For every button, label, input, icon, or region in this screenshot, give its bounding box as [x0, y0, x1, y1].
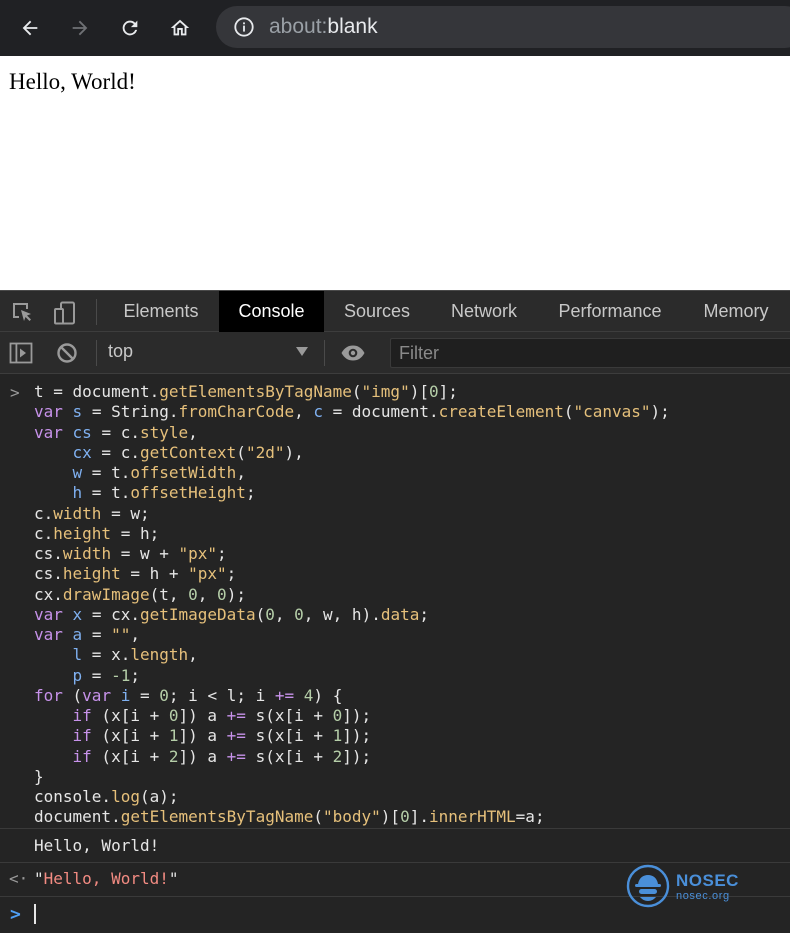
filter-input[interactable] — [390, 338, 790, 368]
tab-network[interactable]: Network — [436, 291, 532, 332]
code-line: cx = c.getContext("2d"), — [72, 442, 304, 462]
address-url[interactable]: about:blank — [269, 15, 378, 39]
text-cursor — [34, 904, 36, 924]
code-line: var s = String.fromCharCode, c = documen… — [34, 402, 670, 422]
back-button[interactable] — [14, 12, 46, 44]
code-line: if (x[i + 1]) a += s(x[i + 1]); — [72, 726, 372, 746]
code-line: t = document.getElementsByTagName("img")… — [34, 382, 458, 401]
device-toolbar-button[interactable] — [52, 300, 78, 326]
page-body-text: Hello, World! — [9, 69, 136, 94]
console-output[interactable]: > t = document.getElementsByTagName("img… — [0, 374, 790, 933]
code-line: c.height = h; — [34, 523, 160, 543]
context-label: top — [108, 341, 134, 361]
url-path: blank — [327, 15, 378, 38]
dropdown-arrow-icon — [296, 347, 308, 356]
code-line: cs.height = h + "px"; — [34, 564, 237, 584]
info-icon[interactable] — [233, 16, 255, 38]
code-line: c.width = w; — [34, 503, 150, 523]
console-input-entry: > t = document.getElementsByTagName("img… — [0, 374, 790, 829]
forward-button[interactable] — [64, 12, 96, 44]
live-expression-button[interactable] — [340, 340, 366, 366]
return-value-string: Hello, World! — [43, 869, 169, 888]
devtools-panel: Elements Console Sources Network Perform… — [0, 290, 790, 933]
code-line: } — [34, 766, 44, 786]
clear-console-button[interactable] — [54, 340, 80, 366]
code-line: console.log(a); — [34, 787, 179, 806]
devtools-tab-bar: Elements Console Sources Network Perform… — [0, 290, 790, 332]
code-line: h = t.offsetHeight; — [72, 483, 256, 503]
tab-console[interactable]: Console — [219, 291, 324, 332]
clear-console-icon — [57, 343, 77, 363]
code-line: for (var i = 0; i < l; i += 4) { — [34, 685, 343, 705]
address-bar[interactable]: about:blank — [216, 6, 790, 48]
inspect-element-button[interactable] — [10, 300, 36, 326]
console-toolbar: top — [0, 332, 790, 374]
code-line: document.getElementsByTagName("body")[0]… — [34, 807, 545, 827]
execution-context-select[interactable]: top — [108, 332, 318, 373]
code-line: var a = "", — [34, 625, 140, 644]
eye-icon — [341, 345, 365, 361]
home-icon — [170, 19, 190, 36]
tab-performance[interactable]: Performance — [546, 291, 674, 332]
inspect-element-icon — [13, 303, 31, 321]
code-line: p = -1; — [72, 665, 140, 685]
watermark-brand: NOSEC — [676, 871, 739, 890]
toolbar-divider — [324, 340, 325, 366]
tab-memory[interactable]: Memory — [690, 291, 782, 332]
input-caret-icon: > — [10, 383, 20, 402]
nosec-watermark: NOSEC nosec.org — [626, 864, 756, 910]
code-line: if (x[i + 2]) a += s(x[i + 2]); — [72, 746, 372, 766]
reload-button[interactable] — [114, 12, 146, 44]
tab-sources[interactable]: Sources — [328, 291, 426, 332]
back-arrow-icon — [22, 20, 38, 36]
code-line: cx.drawImage(t, 0, 0); — [34, 584, 246, 604]
return-value[interactable]: "Hello, World!" — [34, 869, 179, 888]
page-viewport: Hello, World! — [0, 56, 790, 290]
sidebar-toggle-icon — [9, 342, 33, 364]
reload-icon — [122, 20, 138, 36]
prompt-chevron-icon: > — [10, 904, 21, 925]
return-value-arrow-icon: <· — [9, 869, 29, 888]
code-line: l = x.length, — [72, 645, 198, 665]
browser-toolbar: about:blank — [0, 0, 790, 56]
toolbar-divider — [96, 340, 97, 366]
device-toggle-icon — [54, 301, 75, 325]
console-log-entry: Hello, World! — [0, 829, 790, 863]
watermark-site: nosec.org — [676, 890, 730, 902]
code-line: var x = cx.getImageData(0, 0, w, h).data… — [34, 604, 429, 624]
code-line: w = t.offsetWidth, — [72, 463, 246, 482]
toolbar-divider — [96, 299, 97, 325]
code-line: var cs = c.style, — [34, 422, 198, 442]
show-sidebar-button[interactable] — [8, 340, 34, 366]
tab-elements[interactable]: Elements — [106, 291, 216, 332]
code-line: cs.width = w + "px"; — [34, 544, 227, 563]
log-message: Hello, World! — [34, 836, 160, 855]
nosec-logo-icon — [626, 864, 670, 908]
url-scheme: about: — [269, 15, 328, 38]
home-button[interactable] — [164, 12, 196, 44]
forward-arrow-icon — [72, 20, 88, 36]
code-line: if (x[i + 0]) a += s(x[i + 0]); — [72, 706, 372, 725]
